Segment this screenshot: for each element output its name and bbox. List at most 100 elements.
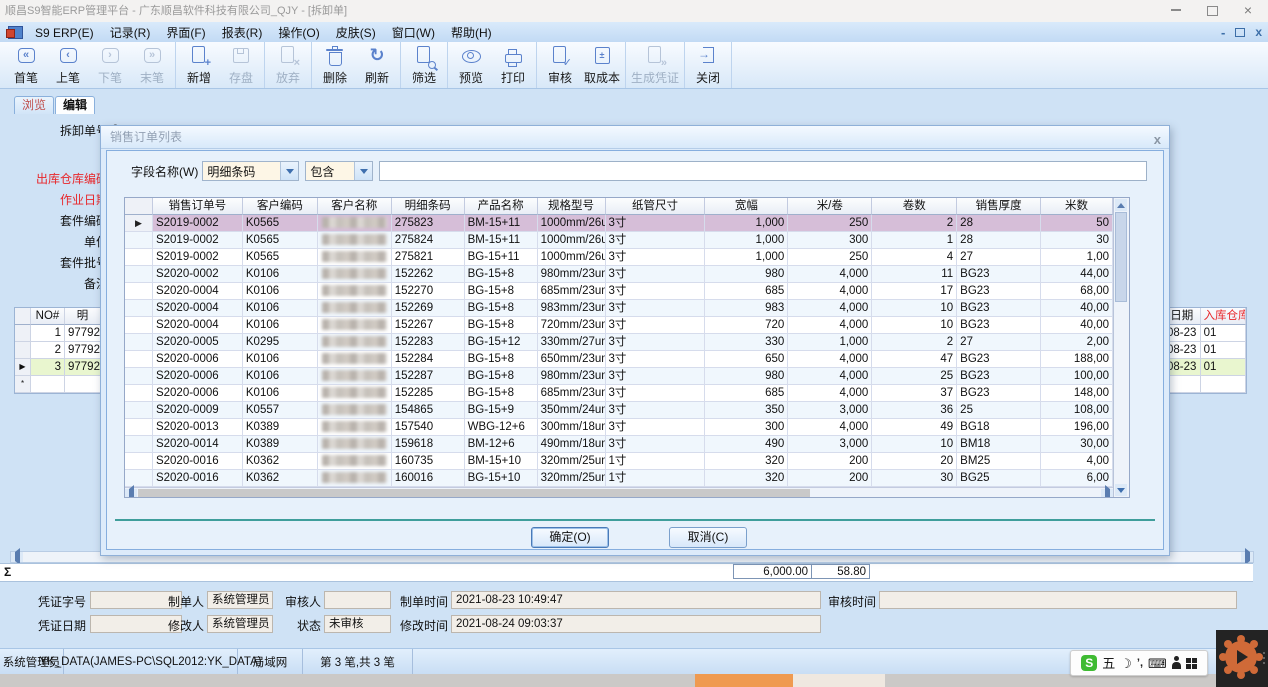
cell[interactable] bbox=[318, 419, 392, 436]
cell[interactable]: 40,00 bbox=[1041, 317, 1113, 334]
cell[interactable]: 154865 bbox=[392, 402, 465, 419]
cell[interactable]: 01 bbox=[1201, 342, 1246, 359]
cell[interactable]: 300mm/18um... bbox=[538, 419, 606, 436]
table-row[interactable]: 08-2301 bbox=[1163, 342, 1246, 359]
cell[interactable]: 3寸 bbox=[606, 266, 706, 283]
cell[interactable]: 1,000 bbox=[705, 249, 788, 266]
cell[interactable]: 152267 bbox=[392, 317, 465, 334]
cell[interactable] bbox=[318, 249, 392, 266]
cell[interactable]: 97792 bbox=[65, 359, 101, 376]
cell[interactable]: 50 bbox=[1041, 215, 1113, 232]
column-header-9[interactable]: 米/卷 bbox=[788, 198, 872, 215]
cell[interactable]: BG-15+11 bbox=[465, 249, 538, 266]
close-form-button[interactable]: →关闭 bbox=[687, 42, 729, 88]
cell[interactable]: BG23 bbox=[957, 368, 1041, 385]
cell[interactable]: BG-15+8 bbox=[465, 317, 538, 334]
cell[interactable]: 275821 bbox=[392, 249, 465, 266]
cell[interactable]: 159618 bbox=[392, 436, 465, 453]
cell[interactable]: 01 bbox=[1201, 359, 1246, 376]
cell[interactable]: 685mm/23um... bbox=[538, 283, 606, 300]
cell[interactable]: S2019-0002 bbox=[153, 249, 243, 266]
cell[interactable] bbox=[318, 266, 392, 283]
sogou-input-icon[interactable]: S bbox=[1081, 655, 1097, 671]
table-row[interactable] bbox=[1163, 376, 1246, 393]
cell[interactable]: BG23 bbox=[957, 351, 1041, 368]
cell[interactable]: 152284 bbox=[392, 351, 465, 368]
cell[interactable]: 650mm/23um... bbox=[538, 351, 606, 368]
cell[interactable]: BM-15+10 bbox=[465, 453, 538, 470]
cell[interactable]: BG-15+8 bbox=[465, 283, 538, 300]
cell[interactable]: 30 bbox=[1041, 232, 1113, 249]
cell[interactable]: S2020-0006 bbox=[153, 368, 243, 385]
cell[interactable]: 108,00 bbox=[1041, 402, 1113, 419]
cell[interactable]: 30 bbox=[872, 470, 957, 487]
cell[interactable]: 3寸 bbox=[606, 402, 706, 419]
cell[interactable]: 4,000 bbox=[788, 266, 872, 283]
mdi-minimize-button[interactable]: - bbox=[1221, 25, 1225, 40]
menu-item-skins[interactable]: 皮肤(S) bbox=[328, 25, 384, 41]
column-header-7[interactable]: 纸管尺寸 bbox=[606, 198, 706, 215]
first-record-button[interactable]: «首笔 bbox=[5, 42, 47, 88]
cell[interactable]: 10 bbox=[872, 300, 957, 317]
cell[interactable]: 2 bbox=[31, 342, 65, 359]
cell[interactable]: 4,000 bbox=[788, 317, 872, 334]
sales-order-row[interactable]: S2020-0014K0389159618BM-12+6490mm/18um..… bbox=[125, 436, 1113, 453]
cell[interactable]: 650 bbox=[705, 351, 788, 368]
cell[interactable]: BG-15+10 bbox=[465, 470, 538, 487]
mdi-close-button[interactable]: x bbox=[1255, 25, 1262, 39]
cell[interactable] bbox=[318, 385, 392, 402]
column-header-11[interactable]: 销售厚度 bbox=[957, 198, 1041, 215]
column-header-5[interactable]: 产品名称 bbox=[465, 198, 538, 215]
column-header-3[interactable]: 客户名称 bbox=[318, 198, 392, 215]
cell[interactable]: 4,000 bbox=[788, 368, 872, 385]
table-row[interactable]: 197792 bbox=[15, 325, 101, 342]
cell[interactable]: 250 bbox=[788, 249, 872, 266]
cell[interactable] bbox=[318, 215, 392, 232]
cell[interactable] bbox=[318, 453, 392, 470]
sales-order-row[interactable]: S2020-0013K0389157540WBG-12+6300mm/18um.… bbox=[125, 419, 1113, 436]
cell[interactable]: BG23 bbox=[957, 317, 1041, 334]
column-header[interactable]: NO# bbox=[31, 308, 65, 325]
scroll-left-icon[interactable] bbox=[11, 552, 23, 562]
cell[interactable]: 1,000 bbox=[705, 232, 788, 249]
cell[interactable]: 97792 bbox=[65, 342, 101, 359]
grid-vertical-scrollbar[interactable] bbox=[1113, 198, 1129, 497]
column-header-1[interactable]: 销售订单号 bbox=[153, 198, 243, 215]
cell[interactable]: BM18 bbox=[957, 436, 1041, 453]
cell[interactable]: 320mm/25um... bbox=[538, 453, 606, 470]
cell[interactable]: 490mm/18um... bbox=[538, 436, 606, 453]
cell[interactable]: 685mm/23um... bbox=[538, 385, 606, 402]
cell[interactable]: K0106 bbox=[243, 283, 318, 300]
print-button[interactable]: 打印 bbox=[492, 42, 534, 88]
cell[interactable]: S2020-0016 bbox=[153, 453, 243, 470]
column-header-4[interactable]: 明细条码 bbox=[392, 198, 465, 215]
sales-order-row[interactable]: S2019-0002K0565275821BG-15+111000mm/26u.… bbox=[125, 249, 1113, 266]
cell[interactable]: BM-15+11 bbox=[465, 215, 538, 232]
cell[interactable]: K0106 bbox=[243, 266, 318, 283]
column-header-6[interactable]: 规格型号 bbox=[538, 198, 606, 215]
cell[interactable]: BG-15+8 bbox=[465, 266, 538, 283]
cell[interactable]: 1,000 bbox=[788, 334, 872, 351]
cell[interactable]: K0362 bbox=[243, 453, 318, 470]
cell[interactable]: 47 bbox=[872, 351, 957, 368]
cell[interactable]: 350mm/24um... bbox=[538, 402, 606, 419]
cell[interactable]: K0362 bbox=[243, 470, 318, 487]
cell[interactable] bbox=[318, 351, 392, 368]
cell[interactable]: 160735 bbox=[392, 453, 465, 470]
audit-button[interactable]: ✓审核 bbox=[539, 42, 581, 88]
cell[interactable]: BG-15+8 bbox=[465, 385, 538, 402]
create-time-field[interactable]: 2021-08-23 10:49:47 bbox=[451, 591, 821, 609]
cell[interactable]: 200 bbox=[788, 453, 872, 470]
cell[interactable]: 3寸 bbox=[606, 334, 706, 351]
cell[interactable]: 1,000 bbox=[705, 215, 788, 232]
cell[interactable]: 3寸 bbox=[606, 249, 706, 266]
cell[interactable] bbox=[318, 232, 392, 249]
cell[interactable]: S2020-0002 bbox=[153, 266, 243, 283]
menu-item-reports[interactable]: 报表(R) bbox=[214, 25, 271, 41]
cell[interactable]: WBG-12+6 bbox=[465, 419, 538, 436]
cell[interactable]: 4,000 bbox=[788, 300, 872, 317]
table-row[interactable]: * bbox=[15, 376, 101, 393]
sales-order-row[interactable]: S2020-0005K0295152283BG-15+12330mm/27um.… bbox=[125, 334, 1113, 351]
cell[interactable]: K0565 bbox=[243, 249, 318, 266]
table-row[interactable]: ▶08-2301 bbox=[1163, 359, 1246, 376]
